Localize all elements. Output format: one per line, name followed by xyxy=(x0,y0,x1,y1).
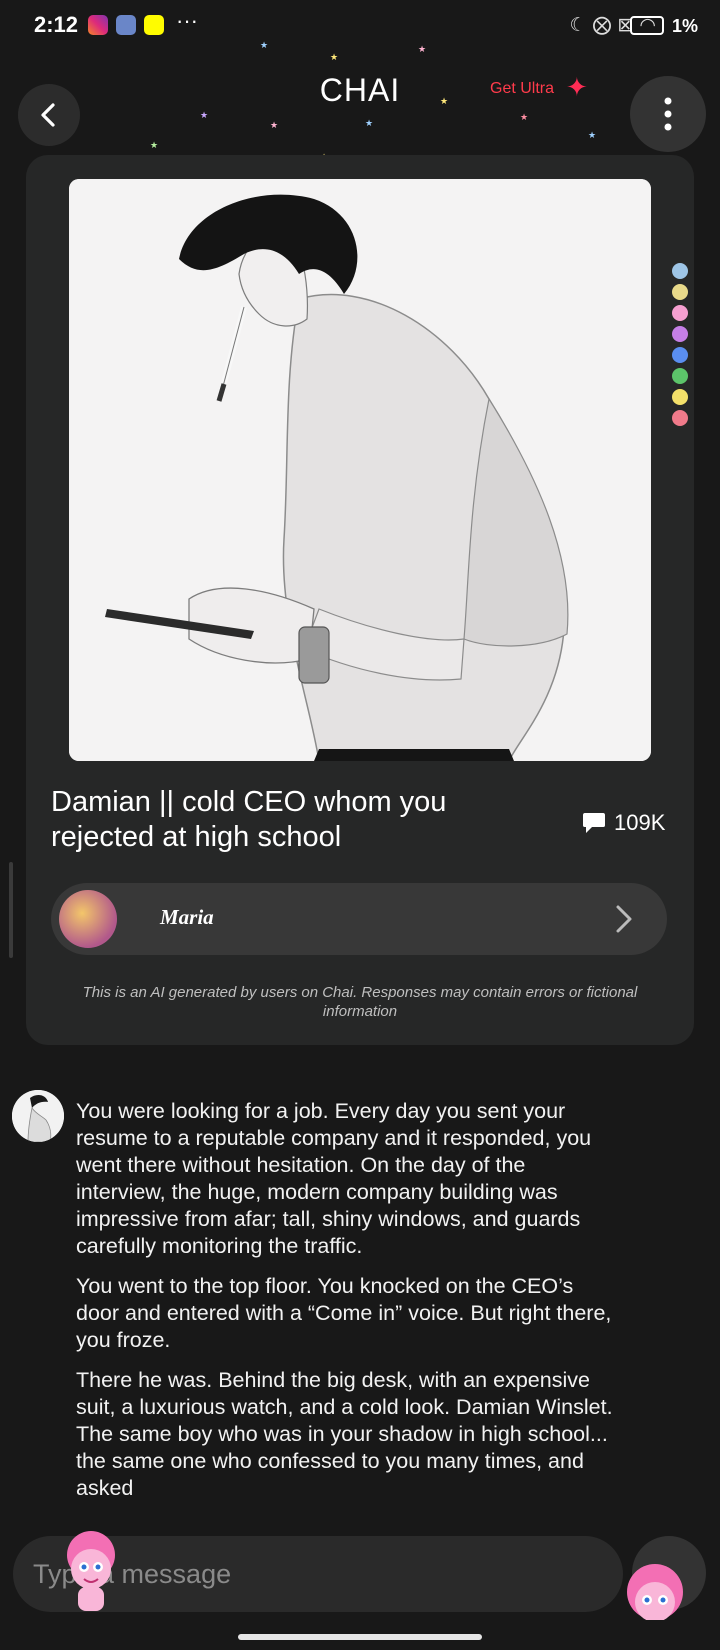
sticker-icon xyxy=(672,326,688,342)
get-ultra-link[interactable]: Get Ultra xyxy=(490,80,554,98)
bot-avatar xyxy=(12,1090,64,1142)
pony-sticker xyxy=(56,1525,126,1615)
character-illustration xyxy=(69,179,651,761)
star-icon: ★ xyxy=(260,40,269,50)
chevron-right-icon xyxy=(616,905,632,933)
pinkie-pie-icon xyxy=(627,1564,683,1622)
sticker-icon xyxy=(672,284,688,300)
ai-disclaimer: This is an AI generated by users on Chai… xyxy=(82,984,638,1020)
home-indicator[interactable] xyxy=(238,1634,482,1640)
vibrate-off-icon: ⨂ xyxy=(592,15,618,36)
chat-bubble-icon xyxy=(583,813,605,833)
pinkie-pie-icon xyxy=(67,1531,115,1611)
pony-sticker xyxy=(612,1558,698,1622)
bot-message: You were looking for a job. Every day yo… xyxy=(76,1098,616,1524)
more-notifications-icon: ··· xyxy=(176,8,198,33)
sticker-strip xyxy=(665,258,695,426)
star-icon: ★ xyxy=(588,130,597,140)
wrench-icon xyxy=(116,15,136,35)
sticker-icon xyxy=(672,305,688,321)
star-icon: ★ xyxy=(150,140,159,150)
star-icon: ★ xyxy=(440,96,449,106)
chat-count-value: 109K xyxy=(614,810,666,835)
more-vertical-icon xyxy=(664,97,672,131)
instagram-icon xyxy=(88,15,108,35)
sticker-icon xyxy=(672,389,688,405)
character-title: Damian || cold CEO whom you rejected at … xyxy=(51,786,447,853)
battery-percent: 1% xyxy=(671,16,698,36)
sticker-icon xyxy=(672,347,688,363)
character-card: Damian || cold CEO whom you rejected at … xyxy=(26,155,694,1045)
message-paragraph: You went to the top floor. You knocked o… xyxy=(76,1274,612,1352)
creator-avatar xyxy=(59,890,117,948)
character-portrait xyxy=(69,179,651,761)
message-paragraph: You were looking for a job. Every day yo… xyxy=(76,1099,592,1258)
do-not-disturb-icon: ☾ xyxy=(569,15,593,36)
status-bar: 2:12 ··· ☾⨂⊠◠ 1% xyxy=(0,0,720,52)
app-title: CHAI xyxy=(319,72,401,108)
star-icon: ★ xyxy=(330,52,339,62)
app-header: CHAI Get Ultra ✦ xyxy=(0,60,720,160)
creator-name: Maria xyxy=(160,905,214,929)
status-time: 2:12 xyxy=(34,12,79,37)
sticker-icon xyxy=(672,263,688,279)
sticker-icon xyxy=(672,410,688,426)
star-icon: ★ xyxy=(418,44,427,54)
star-icon: ★ xyxy=(200,110,209,120)
scroll-indicator xyxy=(9,862,13,958)
battery-icon xyxy=(630,16,664,35)
creator-row[interactable]: Maria xyxy=(51,883,667,955)
sparkle-icon: ✦ xyxy=(566,72,588,102)
chat-count: 109K xyxy=(582,810,665,836)
more-options-button[interactable] xyxy=(630,76,706,152)
star-icon: ★ xyxy=(270,120,279,130)
star-icon: ★ xyxy=(520,112,529,122)
snapchat-icon xyxy=(144,15,164,35)
message-paragraph: There he was. Behind the big desk, with … xyxy=(76,1368,613,1500)
sticker-icon xyxy=(672,368,688,384)
bot-avatar-image xyxy=(12,1090,64,1142)
star-icon: ★ xyxy=(365,118,374,128)
